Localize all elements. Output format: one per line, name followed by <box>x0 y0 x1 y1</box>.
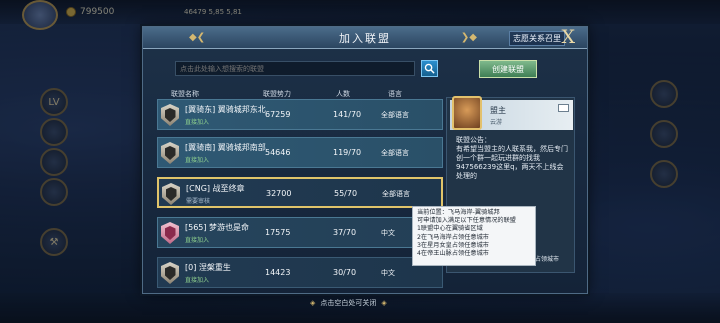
alliance-row-selected[interactable]: [CNG] 战至终章 需要审核 32700 55/70 全部语言 <box>157 177 443 208</box>
alliance-name: [0] 涅槃重生 <box>185 263 231 272</box>
join-conditions-tooltip: 当前位置：飞马海岸-翼骑城邦 可申请加入满足以下任意情况的联盟 1联盟中心在翼骑… <box>412 206 536 266</box>
alliance-row[interactable]: [0] 涅槃重生 直接加入 14423 30/70 中文 <box>157 257 443 288</box>
alliance-power: 32700 <box>266 189 292 198</box>
tooltip-line: 1联盟中心在翼骑省区域 <box>417 225 483 233</box>
tooltip-line: 当前位置：飞马海岸-翼骑城邦 <box>417 209 500 216</box>
alliance-language: 全部语言 <box>381 149 409 157</box>
col-power: 联盟势力 <box>263 90 291 98</box>
search-button[interactable] <box>421 60 438 77</box>
col-language: 语言 <box>388 90 402 98</box>
col-name: 联盟名称 <box>171 90 199 98</box>
alliance-power: 14423 <box>265 268 291 277</box>
join-mode: 直接加入 <box>185 277 210 284</box>
member-count: 119/70 <box>333 148 362 157</box>
alliance-emblem-icon <box>162 183 180 205</box>
member-count: 37/70 <box>333 228 357 237</box>
leader-card: 盟主 云游 <box>450 96 573 130</box>
info-footer: 占领城市 <box>535 256 560 263</box>
alliance-row[interactable]: [565] 梦游也是命 直接加入 17575 37/70 中文 <box>157 217 443 248</box>
join-mode: 需要审核 <box>186 198 211 205</box>
recruit-link[interactable]: 志愿关系召里 <box>509 31 565 46</box>
mail-icon[interactable] <box>558 104 569 112</box>
alliance-name: [翼骑东] 翼骑城邦东北 <box>185 105 266 114</box>
alliance-power: 54646 <box>265 148 291 157</box>
alliance-row[interactable]: [翼骑东] 翼骑城邦东北 直接加入 67259 141/70 全部语言 <box>157 99 443 130</box>
close-button[interactable]: X <box>561 26 575 48</box>
search-icon <box>424 63 435 74</box>
alliance-emblem-icon <box>161 104 179 126</box>
leader-title: 盟主 <box>490 106 506 115</box>
tooltip-line: 3在星月女皇占领任意城市 <box>417 241 489 249</box>
alliance-power: 17575 <box>265 228 291 237</box>
alliance-notice: 联盟公告： 有希望当盟主的人联系我，然后专门创一个群一起玩进群的找我947566… <box>456 136 568 180</box>
hint-text: 点击空白处可关闭 <box>320 299 377 307</box>
create-alliance-button[interactable]: 创建联盟 <box>479 60 537 78</box>
alliance-name: [565] 梦游也是命 <box>185 223 250 232</box>
search-input[interactable] <box>175 61 415 76</box>
member-count: 141/70 <box>333 110 362 119</box>
alliance-emblem-icon <box>161 142 179 164</box>
left-ornament-icon: ◆❮ <box>189 32 206 43</box>
alliance-language: 中文 <box>381 229 395 237</box>
panel-title-bar: ◆❮ 加入联盟 ❯◆ 志愿关系召里 <box>143 27 587 49</box>
member-count: 55/70 <box>334 189 358 198</box>
leader-name: 云游 <box>490 119 503 126</box>
alliance-emblem-icon <box>161 222 179 244</box>
alliance-row[interactable]: [翼骑南] 翼骑城邦南部 直接加入 54646 119/70 全部语言 <box>157 137 443 168</box>
tooltip-line: 4在帝王山脉占领任意城市 <box>417 250 489 258</box>
alliance-language: 全部语言 <box>381 111 409 119</box>
alliance-emblem-icon <box>161 262 179 284</box>
hint-right-ornament-icon: ◈ <box>381 299 387 307</box>
alliance-name: [翼骑南] 翼骑城邦南部 <box>185 143 266 152</box>
hint-left-ornament-icon: ◈ <box>310 299 316 307</box>
alliance-power: 67259 <box>265 110 291 119</box>
alliance-name: [CNG] 战至终章 <box>186 184 245 193</box>
join-mode: 直接加入 <box>185 157 210 164</box>
column-headers: 联盟名称 联盟势力 人数 语言 <box>159 89 441 99</box>
alliance-language: 中文 <box>381 269 395 277</box>
panel-title: 加入联盟 <box>339 31 391 45</box>
alliance-language: 全部语言 <box>382 190 410 198</box>
col-members: 人数 <box>336 90 350 98</box>
right-ornament-icon: ❯◆ <box>460 32 477 43</box>
join-mode: 直接加入 <box>185 237 210 244</box>
leader-avatar <box>452 96 482 130</box>
tooltip-line: 2在飞马海岸占领任意城市 <box>417 233 489 241</box>
member-count: 30/70 <box>333 268 357 277</box>
join-mode: 直接加入 <box>185 119 210 126</box>
close-hint: ◈ 点击空白处可关闭 ◈ <box>310 298 387 308</box>
